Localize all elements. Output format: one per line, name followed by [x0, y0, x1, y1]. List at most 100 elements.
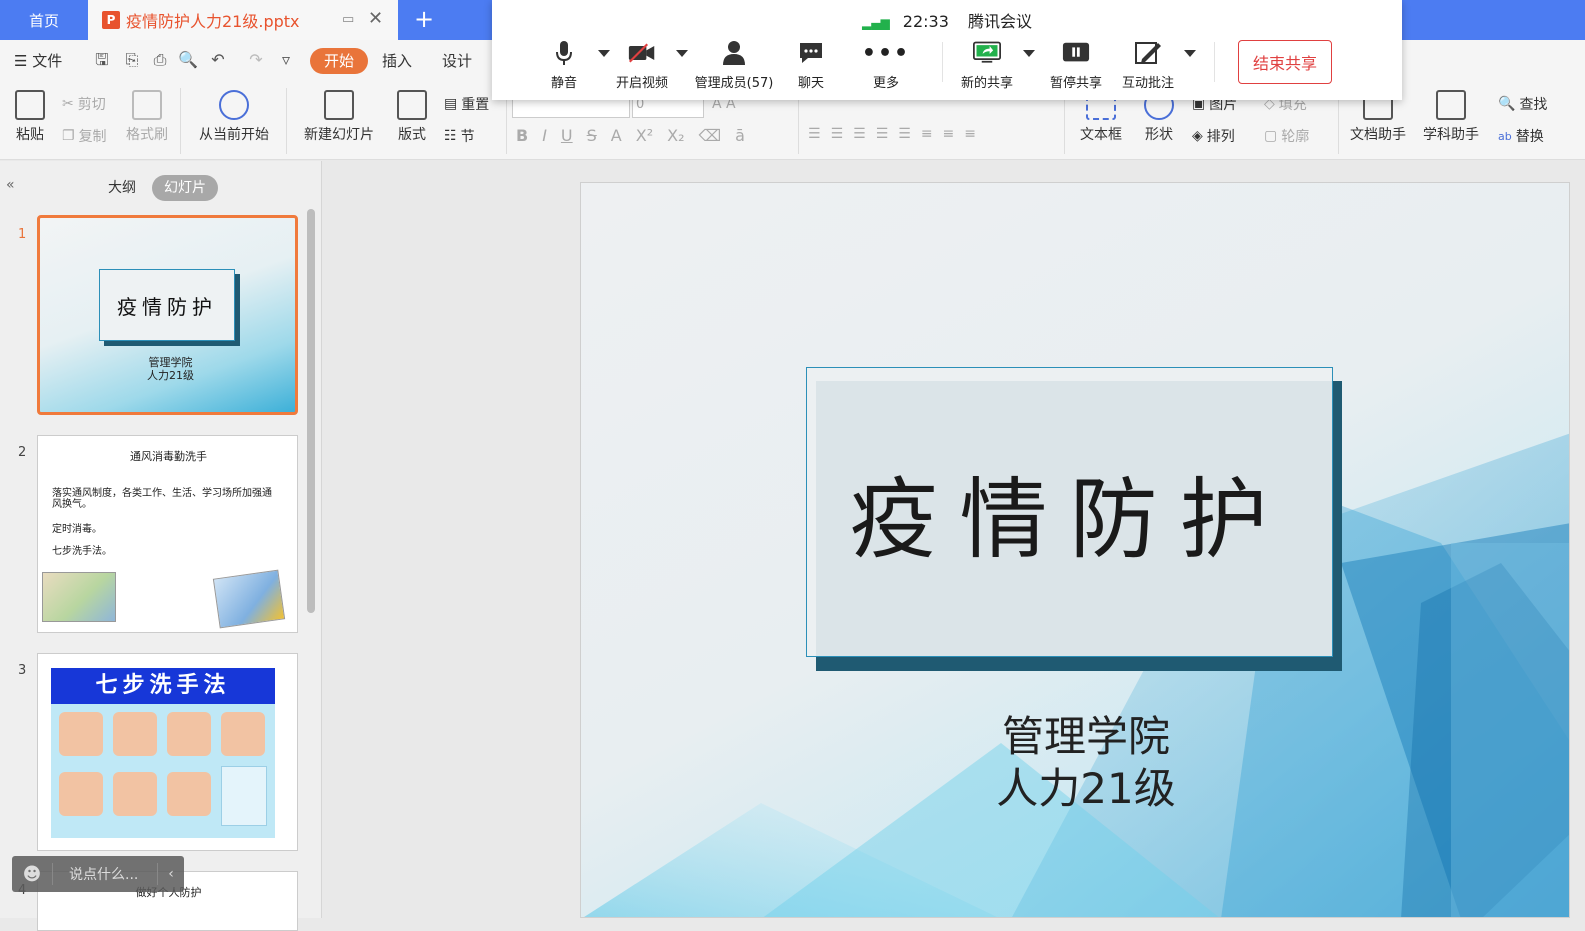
format-painter-label: 格式刷 [126, 127, 168, 143]
outline-icon: ▢ [1264, 128, 1278, 144]
underline-icon[interactable]: U [561, 126, 573, 145]
reset-button[interactable]: ▤ 重置 [444, 94, 489, 114]
justify-icon[interactable]: ☰ [876, 126, 889, 142]
new-slide-button[interactable]: 新建幻灯片 [296, 90, 382, 144]
panel-scrollbar[interactable] [307, 209, 315, 613]
manage-members-button[interactable]: 管理成员(57) [686, 40, 782, 91]
distribute-icon[interactable]: ☰ [898, 126, 911, 142]
text-box-label: 文本框 [1080, 127, 1122, 143]
align-center-icon[interactable]: ☰ [831, 126, 844, 142]
document-tab-title: 疫情防护人力21级.pptx [126, 12, 300, 31]
slide-number: 3 [18, 663, 27, 678]
tab-outline[interactable]: 大纲 [96, 175, 148, 201]
paste-button[interactable]: 粘贴 [8, 90, 52, 144]
slide-thumbnail-3[interactable]: 七步洗手法 [37, 653, 298, 851]
close-tab-icon[interactable]: ✕ [368, 8, 383, 29]
preview-icon[interactable]: 🔍 [178, 50, 198, 70]
screen-share-icon [973, 40, 1001, 66]
end-share-button[interactable]: 结束共享 [1238, 40, 1332, 84]
emoji-icon[interactable]: ☻ [12, 864, 52, 885]
hand-step-image [113, 712, 157, 756]
align-left-icon[interactable]: ☰ [808, 126, 821, 142]
poster-title: 七步洗手法 [51, 668, 275, 704]
layout-button[interactable]: 版式 [390, 90, 434, 144]
annotate-options-caret-icon[interactable] [1184, 50, 1196, 57]
line-spacing-icon[interactable]: ≡ [921, 126, 933, 142]
more-label: 更多 [872, 76, 899, 91]
superscript-icon[interactable]: X² [636, 126, 653, 145]
outdent-icon[interactable]: ≡ [964, 126, 976, 142]
arrange-button[interactable]: ◈ 排列 [1192, 126, 1235, 146]
slide-subtitle-line-1: 管理学院 [1001, 712, 1170, 761]
menu-design[interactable]: 设计 [442, 48, 472, 74]
hand-step-image [59, 712, 103, 756]
copy-icon: ❐ [62, 128, 75, 144]
doc-assistant-label: 文档助手 [1350, 127, 1406, 143]
meeting-app-name: 腾讯会议 [967, 12, 1032, 31]
comment-input[interactable]: 说点什么... [69, 864, 157, 884]
indent-icon[interactable]: ≡ [943, 126, 955, 142]
slide-number: 1 [18, 227, 27, 242]
cut-button[interactable]: ✂ 剪切 [62, 94, 106, 114]
copy-button[interactable]: ❐ 复制 [62, 126, 107, 146]
more-button[interactable]: ••• 更多 [846, 40, 926, 92]
annotate-button[interactable]: 互动批注 [1108, 40, 1188, 91]
bold-icon[interactable]: B [516, 126, 528, 145]
tab-document[interactable]: P 疫情防护人力21级.pptx ▭ ✕ [88, 0, 398, 40]
slide-title-box[interactable]: 疫情防护 [806, 367, 1333, 657]
new-share-button[interactable]: 新的共享 [947, 40, 1027, 91]
redo-icon[interactable]: ↷ [246, 50, 266, 70]
customize-dropdown-icon[interactable]: ▿ [276, 50, 296, 70]
mute-button[interactable]: 静音 [524, 40, 604, 91]
text-effect-icon[interactable]: ā [735, 126, 745, 145]
print-icon[interactable]: ⎙ [150, 50, 170, 70]
layout-icon [397, 90, 427, 120]
align-right-icon[interactable]: ☰ [853, 126, 866, 142]
monitor-icon[interactable]: ▭ [342, 12, 354, 27]
ribbon-divider [180, 88, 181, 154]
export-icon[interactable]: ⎘ [122, 50, 142, 70]
mute-label: 静音 [550, 76, 577, 91]
start-video-button[interactable]: 开启视频 [602, 40, 682, 91]
hand-step-image [167, 772, 211, 816]
menu-insert[interactable]: 插入 [382, 48, 412, 74]
subscript-icon[interactable]: X₂ [667, 126, 684, 145]
members-icon [720, 40, 748, 66]
play-from-current-button[interactable]: 从当前开始 [190, 90, 278, 144]
chat-button[interactable]: 聊天 [771, 40, 851, 91]
arrange-icon: ◈ [1192, 128, 1203, 144]
slide-thumbnail-1[interactable]: 疫情防护 管理学院 人力21级 [37, 215, 298, 415]
section-button[interactable]: ☷ 节 [444, 126, 475, 146]
subject-assistant-button[interactable]: 学科助手 [1416, 90, 1486, 144]
format-painter-button[interactable]: 格式刷 [122, 90, 172, 144]
hamburger-icon: ☰ [14, 52, 28, 70]
file-menu[interactable]: ☰ 文件 [14, 48, 62, 74]
shape-label: 形状 [1145, 127, 1173, 143]
new-tab-button[interactable]: + [410, 6, 438, 34]
slide-thumbnail-2[interactable]: 通风消毒勤洗手 落实通风制度，各类工作、生活、学习场所加强通风换气。 定时消毒。… [37, 435, 298, 633]
tab-slides[interactable]: 幻灯片 [152, 175, 218, 201]
section-label: 节 [460, 129, 475, 145]
slide-subtitle[interactable]: 管理学院 人力21级 [961, 711, 1211, 815]
current-slide[interactable]: 疫情防护 管理学院 人力21级 [580, 182, 1570, 918]
tab-home[interactable]: 首页 [0, 0, 88, 40]
strikethrough-icon[interactable]: S [587, 126, 597, 145]
file-menu-label: 文件 [32, 52, 63, 70]
thumb-body-line-3: 七步洗手法。 [52, 546, 112, 557]
menu-start[interactable]: 开始 [310, 48, 369, 74]
collapse-panel-icon[interactable]: « [6, 177, 15, 193]
outline-button[interactable]: ▢ 轮廓 [1264, 126, 1309, 146]
italic-icon[interactable]: I [542, 126, 547, 145]
pause-share-button[interactable]: 暂停共享 [1036, 40, 1116, 91]
replace-button[interactable]: ab 替换 [1498, 126, 1544, 146]
font-color-icon[interactable]: A [611, 126, 622, 145]
find-button[interactable]: 🔍 查找 [1498, 94, 1547, 114]
comment-bar[interactable]: ☻ 说点什么... ‹ [12, 856, 184, 892]
thumb-title: 疫情防护 [99, 269, 235, 341]
undo-icon[interactable]: ↶ [208, 50, 228, 70]
save-icon[interactable]: 🖫 [92, 50, 112, 70]
eraser-icon[interactable]: ⌫ [699, 126, 722, 145]
collapse-comment-icon[interactable]: ‹ [158, 866, 184, 882]
notes-box [221, 766, 267, 826]
share-options-caret-icon[interactable] [1023, 50, 1035, 57]
